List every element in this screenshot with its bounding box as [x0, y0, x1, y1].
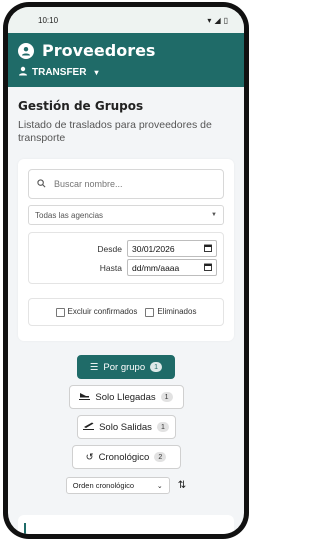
user-menu[interactable]: TRANSFER ▾: [18, 66, 234, 79]
count-badge: 1: [150, 362, 163, 372]
filters-card: Todas las agencias ▼ Desde 30/01/2026: [18, 159, 234, 341]
cronologico-label: Cronológico: [98, 451, 150, 463]
agency-select[interactable]: Todas las agencias ▼: [28, 205, 224, 225]
calendar-icon[interactable]: [204, 244, 212, 254]
flight-takeoff-icon: [83, 421, 95, 433]
excluir-label: Excluir confirmados: [67, 307, 138, 317]
page-title: Gestión de Grupos: [18, 99, 144, 113]
excluir-confirmados-checkbox[interactable]: Excluir confirmados: [55, 307, 138, 317]
checkbox-box[interactable]: [55, 307, 65, 317]
count-badge: 1: [156, 422, 169, 432]
hasta-label: Hasta: [99, 262, 122, 273]
por-grupo-button[interactable]: ☰ Por grupo 1: [77, 355, 175, 379]
eliminados-label: Eliminados: [157, 307, 197, 317]
results-card: [18, 515, 234, 534]
history-icon: ↺: [85, 451, 94, 463]
flight-land-icon: [79, 391, 91, 403]
date-range: Desde 30/01/2026 Hasta dd/mm/aaaa: [28, 232, 224, 284]
solo-salidas-label: Solo Salidas: [99, 421, 152, 433]
user-name: TRANSFER: [32, 67, 87, 78]
status-time: 10:10: [38, 15, 59, 25]
dropdown-arrow-icon: ▼: [211, 212, 217, 218]
person-icon: [18, 66, 28, 79]
por-grupo-label: Por grupo: [103, 361, 146, 373]
hasta-date-value: dd/mm/aaaa: [132, 262, 180, 273]
calendar-icon[interactable]: [204, 263, 212, 273]
signal-icon: ◢: [214, 15, 221, 25]
status-icons: ▾ ◢ ▯: [207, 16, 228, 25]
count-badge: 2: [154, 452, 167, 462]
chevron-down-icon: ▾: [94, 68, 99, 77]
account-icon: [18, 42, 34, 59]
solo-llegadas-button[interactable]: Solo Llegadas 1: [68, 385, 184, 409]
search-icon: [37, 178, 46, 190]
screen: 10:10 ▾ ◢ ▯ Proveedores TRANSFER ▾ Gesti…: [8, 7, 244, 534]
search-input[interactable]: [54, 179, 194, 189]
status-bar: 10:10 ▾ ◢ ▯: [8, 7, 244, 33]
agency-select-value: Todas las agencias: [35, 210, 104, 220]
search-box[interactable]: [28, 169, 224, 199]
chevron-down-icon: ⌄: [156, 482, 163, 490]
battery-icon: ▯: [223, 15, 228, 25]
sort-select-value: Orden cronológico: [72, 481, 135, 490]
cronologico-button[interactable]: ↺ Cronológico 2: [71, 445, 181, 469]
hasta-date-input[interactable]: dd/mm/aaaa: [127, 259, 217, 276]
check-filters: Excluir confirmados Eliminados: [28, 298, 224, 326]
sort-direction-icon[interactable]: ⇅: [178, 480, 186, 491]
solo-salidas-button[interactable]: Solo Salidas 1: [76, 415, 176, 439]
desde-label: Desde: [97, 243, 122, 254]
eliminados-checkbox[interactable]: Eliminados: [145, 307, 197, 317]
device-frame: 10:10 ▾ ◢ ▯ Proveedores TRANSFER ▾ Gesti…: [3, 2, 249, 539]
list-icon: ☰: [89, 361, 99, 373]
card-accent: [24, 523, 26, 534]
desde-date-value: 30/01/2026: [132, 243, 175, 254]
checkbox-box[interactable]: [145, 307, 155, 317]
main-content: Gestión de Grupos Listado de traslados p…: [8, 87, 244, 504]
app-title: Proveedores: [42, 41, 156, 60]
solo-llegadas-label: Solo Llegadas: [95, 391, 156, 403]
wifi-icon: ▾: [207, 15, 212, 25]
count-badge: 1: [160, 392, 173, 402]
sort-select[interactable]: Orden cronológico ⌄: [65, 477, 170, 494]
sort-row: Orden cronológico ⌄ ⇅: [18, 477, 234, 494]
view-buttons: ☰ Por grupo 1 Solo Llegadas 1 Solo Salid…: [18, 355, 234, 469]
app-bar: Proveedores TRANSFER ▾: [8, 33, 244, 87]
desde-date-input[interactable]: 30/01/2026: [127, 240, 217, 257]
page-subtitle: Listado de traslados para proveedores de…: [18, 119, 212, 144]
